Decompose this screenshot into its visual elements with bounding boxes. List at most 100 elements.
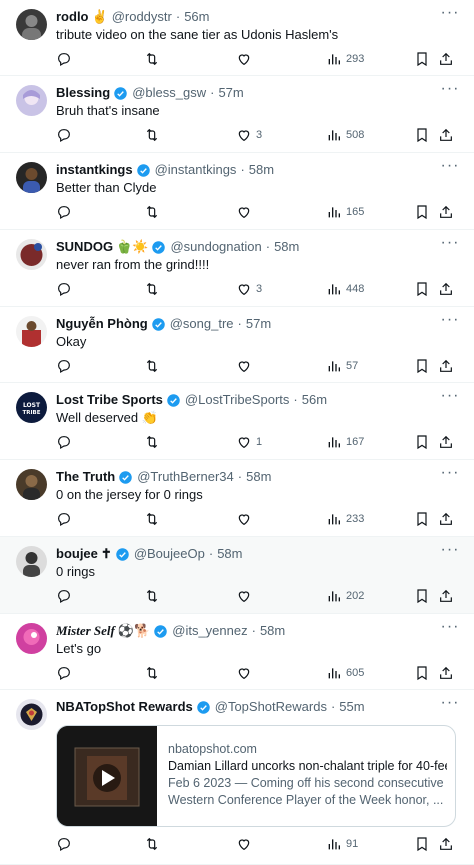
handle[interactable]: @instantkings bbox=[155, 161, 237, 179]
reply-button[interactable] bbox=[56, 279, 72, 299]
like-button[interactable] bbox=[236, 663, 256, 683]
display-name[interactable]: instantkings bbox=[56, 161, 133, 179]
timestamp[interactable]: 58m bbox=[274, 238, 299, 256]
repost-button[interactable] bbox=[144, 432, 160, 452]
repost-button[interactable] bbox=[144, 586, 160, 606]
reply-button[interactable] bbox=[56, 586, 72, 606]
bookmark-button[interactable] bbox=[414, 432, 430, 452]
reply-button[interactable] bbox=[56, 509, 72, 529]
share-button[interactable] bbox=[438, 279, 454, 299]
avatar[interactable] bbox=[16, 546, 47, 577]
handle[interactable]: @TruthBerner34 bbox=[137, 468, 234, 486]
display-name[interactable]: Blessing bbox=[56, 84, 110, 102]
timestamp[interactable]: 57m bbox=[218, 84, 243, 102]
more-options-icon[interactable]: ··· bbox=[440, 235, 460, 255]
share-button[interactable] bbox=[438, 586, 454, 606]
bookmark-button[interactable] bbox=[414, 663, 430, 683]
bookmark-button[interactable] bbox=[414, 834, 430, 854]
repost-button[interactable] bbox=[144, 279, 160, 299]
tweet[interactable]: Blessing @bless_gsw · 57m ··· Bruh that'… bbox=[0, 76, 474, 153]
timestamp[interactable]: 57m bbox=[246, 315, 271, 333]
more-options-icon[interactable]: ··· bbox=[440, 695, 460, 715]
bookmark-button[interactable] bbox=[414, 202, 430, 222]
handle[interactable]: @roddystr bbox=[112, 8, 172, 26]
views-button[interactable]: 202 bbox=[326, 586, 364, 606]
views-button[interactable]: 57 bbox=[326, 356, 358, 376]
like-button[interactable] bbox=[236, 49, 256, 69]
repost-button[interactable] bbox=[144, 834, 160, 854]
tweet[interactable]: LOST TRIBE Lost Tribe Sports @LostTribeSp… bbox=[0, 383, 474, 460]
repost-button[interactable] bbox=[144, 49, 160, 69]
reply-button[interactable] bbox=[56, 125, 72, 145]
like-button[interactable]: 3 bbox=[236, 279, 262, 299]
more-options-icon[interactable]: ··· bbox=[440, 5, 460, 25]
bookmark-button[interactable] bbox=[414, 509, 430, 529]
views-button[interactable]: 91 bbox=[326, 834, 358, 854]
views-button[interactable]: 165 bbox=[326, 202, 364, 222]
tweet[interactable]: NBATopShot Rewards @TopShotRewards · 55m… bbox=[0, 690, 474, 865]
tweet[interactable]: rodlo ✌ @roddystr · 56m ··· tribute vide… bbox=[0, 0, 474, 76]
display-name[interactable]: Nguyễn Phòng bbox=[56, 315, 148, 333]
more-options-icon[interactable]: ··· bbox=[440, 312, 460, 332]
share-button[interactable] bbox=[438, 509, 454, 529]
handle[interactable]: @bless_gsw bbox=[132, 84, 206, 102]
bookmark-button[interactable] bbox=[414, 279, 430, 299]
timestamp[interactable]: 56m bbox=[184, 8, 209, 26]
avatar[interactable] bbox=[16, 85, 47, 116]
handle[interactable]: @its_yennez bbox=[172, 622, 247, 640]
repost-button[interactable] bbox=[144, 202, 160, 222]
link-preview-card[interactable]: nbatopshot.com Damian Lillard uncorks no… bbox=[56, 725, 456, 827]
repost-button[interactable] bbox=[144, 663, 160, 683]
repost-button[interactable] bbox=[144, 125, 160, 145]
like-button[interactable]: 3 bbox=[236, 125, 262, 145]
display-name[interactable]: The Truth bbox=[56, 468, 115, 486]
display-name[interactable]: rodlo bbox=[56, 8, 89, 26]
share-button[interactable] bbox=[438, 663, 454, 683]
avatar[interactable] bbox=[16, 9, 47, 40]
card-video-thumbnail[interactable] bbox=[57, 726, 157, 826]
more-options-icon[interactable]: ··· bbox=[440, 158, 460, 178]
timestamp[interactable]: 56m bbox=[302, 391, 327, 409]
avatar[interactable] bbox=[16, 162, 47, 193]
repost-button[interactable] bbox=[144, 356, 160, 376]
views-button[interactable]: 233 bbox=[326, 509, 364, 529]
timestamp[interactable]: 55m bbox=[339, 698, 364, 716]
handle[interactable]: @song_tre bbox=[170, 315, 234, 333]
bookmark-button[interactable] bbox=[414, 586, 430, 606]
share-button[interactable] bbox=[438, 125, 454, 145]
like-button[interactable] bbox=[236, 509, 256, 529]
bookmark-button[interactable] bbox=[414, 49, 430, 69]
reply-button[interactable] bbox=[56, 356, 72, 376]
display-name[interactable]: boujee bbox=[56, 545, 98, 563]
tweet[interactable]: Mister Self ⚽️🐕 @its_yennez · 58m ··· Le… bbox=[0, 614, 474, 690]
avatar[interactable] bbox=[16, 699, 47, 730]
tweet[interactable]: boujee ✝ @BoujeeOp · 58m ··· 0 rings 202 bbox=[0, 537, 474, 614]
share-button[interactable] bbox=[438, 49, 454, 69]
avatar[interactable]: LOST TRIBE bbox=[16, 392, 47, 423]
more-options-icon[interactable]: ··· bbox=[440, 619, 460, 639]
more-options-icon[interactable]: ··· bbox=[440, 465, 460, 485]
tweet[interactable]: The Truth @TruthBerner34 · 58m ··· 0 on … bbox=[0, 460, 474, 537]
views-button[interactable]: 448 bbox=[326, 279, 364, 299]
timestamp[interactable]: 58m bbox=[260, 622, 285, 640]
like-button[interactable] bbox=[236, 586, 256, 606]
more-options-icon[interactable]: ··· bbox=[440, 542, 460, 562]
avatar[interactable] bbox=[16, 623, 47, 654]
share-button[interactable] bbox=[438, 834, 454, 854]
handle[interactable]: @BoujeeOp bbox=[134, 545, 205, 563]
views-button[interactable]: 508 bbox=[326, 125, 364, 145]
display-name[interactable]: SUNDOG bbox=[56, 238, 113, 256]
share-button[interactable] bbox=[438, 202, 454, 222]
bookmark-button[interactable] bbox=[414, 356, 430, 376]
timestamp[interactable]: 58m bbox=[246, 468, 271, 486]
bookmark-button[interactable] bbox=[414, 125, 430, 145]
reply-button[interactable] bbox=[56, 202, 72, 222]
tweet[interactable]: SUNDOG 🫑☀️ @sundognation · 58m ··· never… bbox=[0, 230, 474, 307]
reply-button[interactable] bbox=[56, 834, 72, 854]
display-name[interactable]: NBATopShot Rewards bbox=[56, 698, 193, 716]
tweet[interactable]: Nguyễn Phòng @song_tre · 57m ··· Okay 57 bbox=[0, 307, 474, 383]
avatar[interactable] bbox=[16, 469, 47, 500]
handle[interactable]: @TopShotRewards bbox=[215, 698, 327, 716]
avatar[interactable] bbox=[16, 239, 47, 270]
repost-button[interactable] bbox=[144, 509, 160, 529]
